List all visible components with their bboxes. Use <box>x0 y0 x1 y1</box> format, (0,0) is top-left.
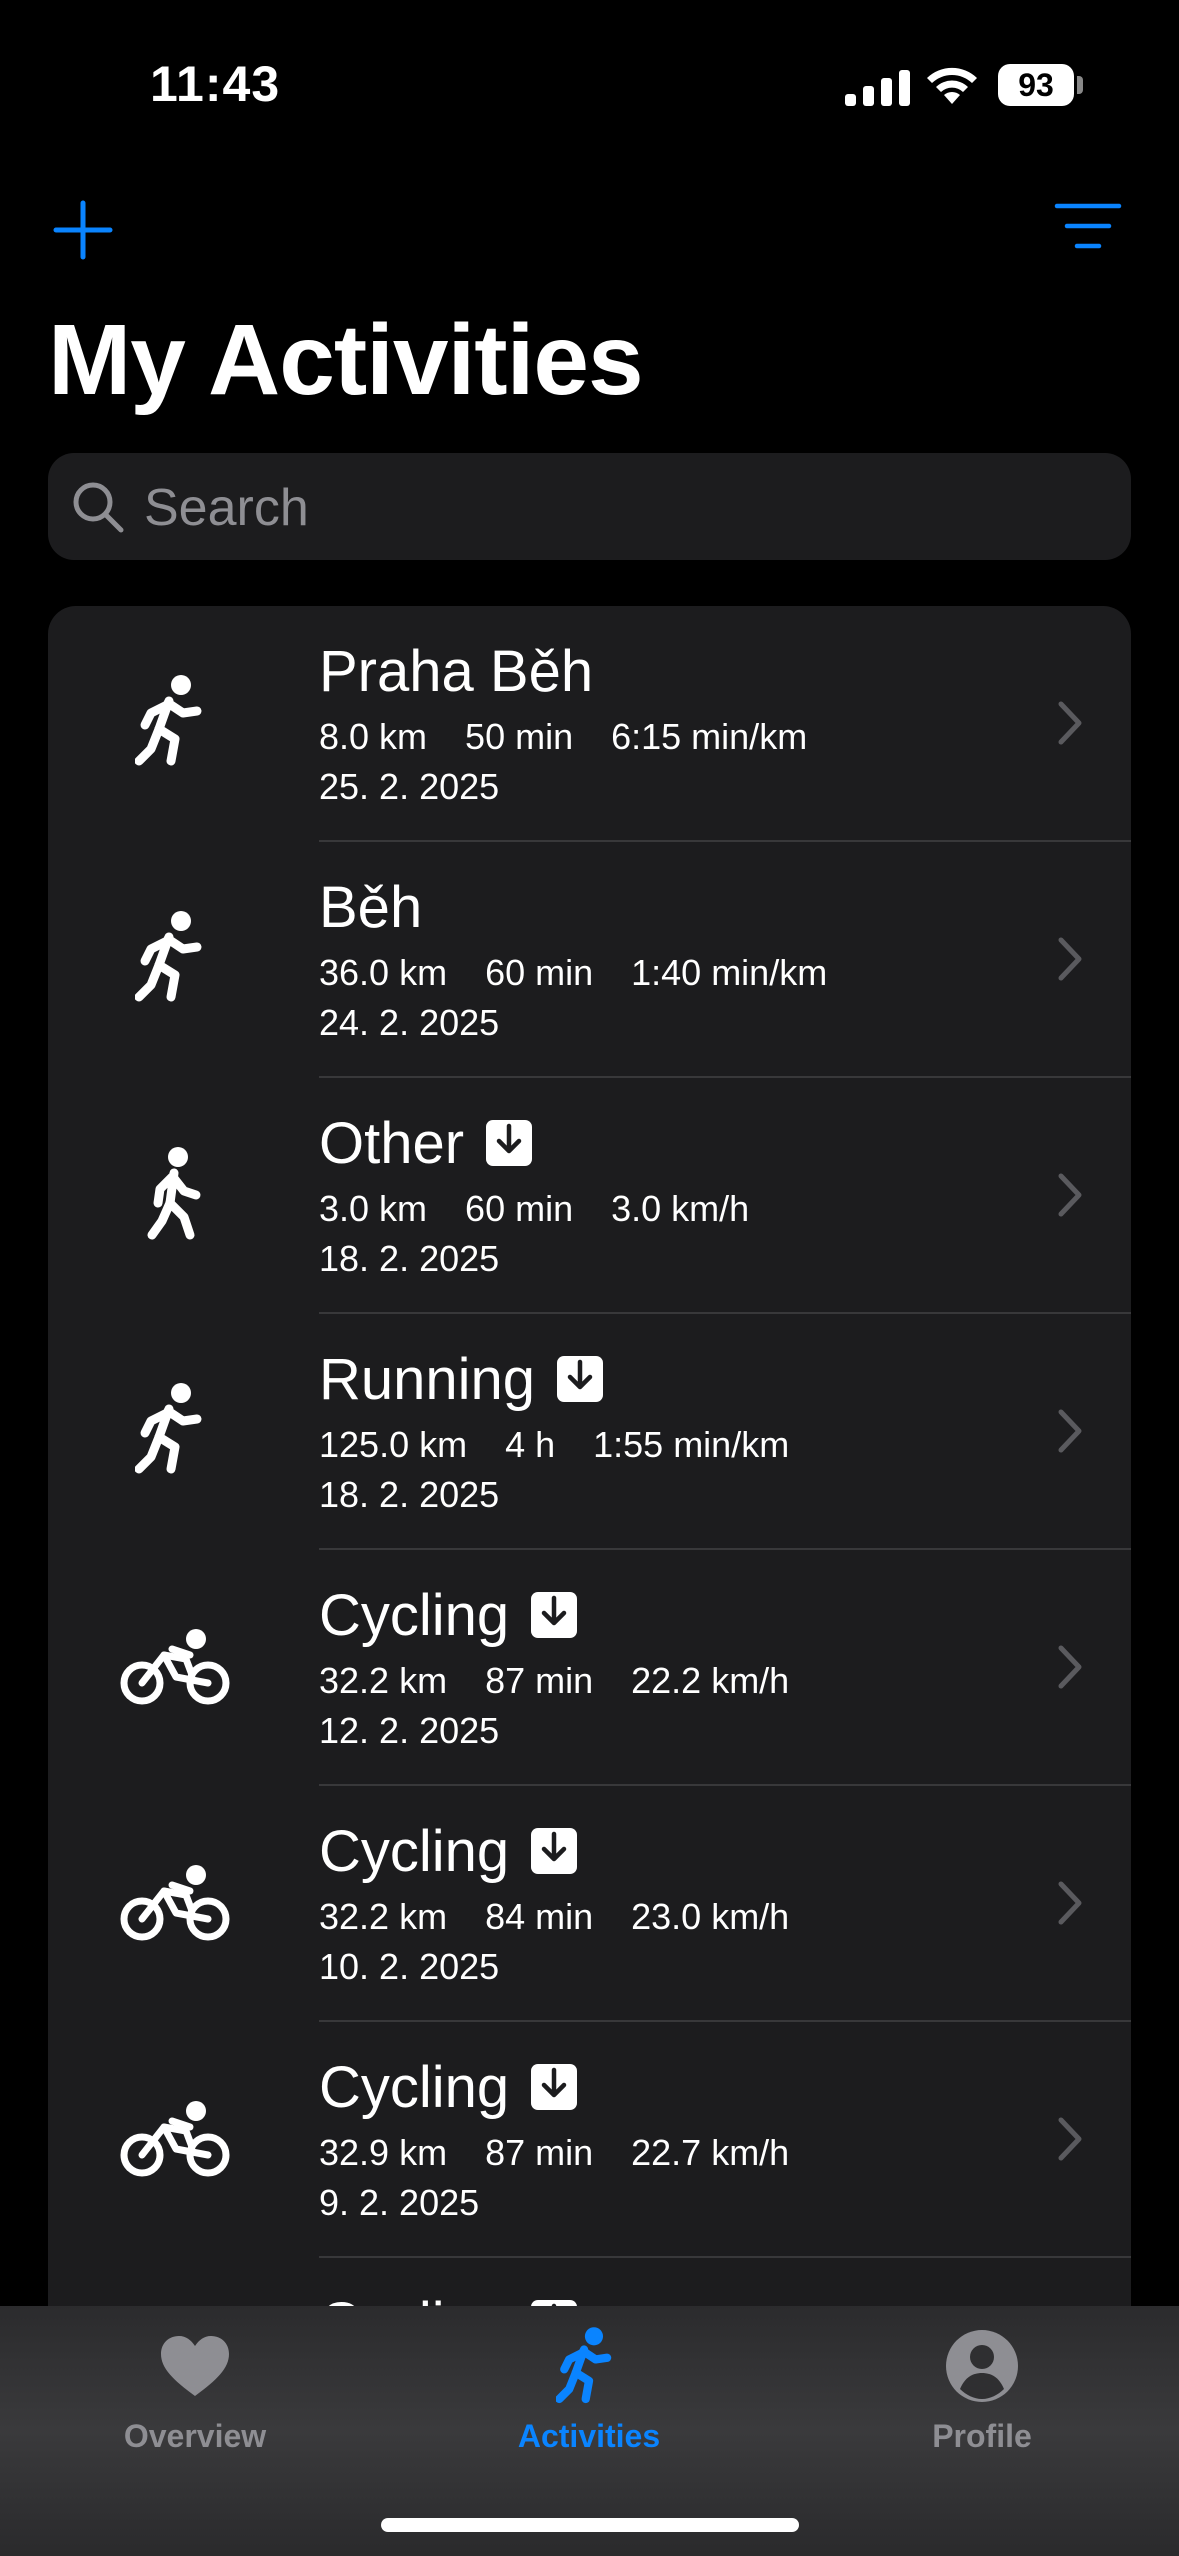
chevron-right-icon <box>1058 2117 1082 2161</box>
activity-title: Running <box>319 1346 536 1412</box>
activity-distance: 8.0 km <box>319 716 428 757</box>
activity-date: 9. 2. 2025 <box>319 2182 480 2223</box>
activity-duration: 87 min <box>485 1660 594 1701</box>
activity-title: Other <box>319 1110 465 1176</box>
activity-item[interactable]: Cycling 32.2 km 87 min 22.2 km/h 12. 2. 20… <box>48 1550 1131 1786</box>
activity-pace: 3.0 km/h <box>611 1188 750 1229</box>
running-icon <box>549 2326 629 2406</box>
search-bar[interactable] <box>48 453 1131 562</box>
tab-label: Activities <box>517 2418 661 2454</box>
activity-pace: 22.2 km/h <box>631 1660 790 1701</box>
activity-duration: 50 min <box>465 716 574 757</box>
activity-date: 12. 2. 2025 <box>319 1710 500 1751</box>
activity-duration: 87 min <box>485 2132 594 2173</box>
activity-stats: 32.2 km 84 min 23.0 km/h <box>319 1896 827 1938</box>
cycling-icon <box>110 1610 240 1720</box>
activity-pace: 1:40 min/km <box>631 952 828 993</box>
search-input[interactable] <box>142 453 1106 562</box>
walking-icon <box>110 1138 240 1248</box>
activity-distance: 32.9 km <box>319 2132 448 2173</box>
activity-distance: 125.0 km <box>319 1424 468 1465</box>
activity-item[interactable]: Běh 36.0 km 60 min 1:40 min/km 24. 2. 2025 <box>48 842 1131 1078</box>
battery-indicator: 93 <box>998 64 1074 106</box>
activity-stats: 32.9 km 87 min 22.7 km/h <box>319 2132 827 2174</box>
tab-label: Profile <box>932 2418 1032 2454</box>
activity-date: 18. 2. 2025 <box>319 1238 500 1279</box>
activity-date: 10. 2. 2025 <box>319 1946 500 1987</box>
search-icon <box>73 482 124 533</box>
activity-title: Cycling <box>319 2054 510 2120</box>
activity-duration: 60 min <box>485 952 594 993</box>
activity-title: Cycling <box>319 1818 510 1884</box>
activity-stats: 125.0 km 4 h 1:55 min/km <box>319 1424 827 1466</box>
activity-distance: 3.0 km <box>319 1188 428 1229</box>
download-icon <box>531 1592 578 1638</box>
activity-pace: 1:55 min/km <box>593 1424 790 1465</box>
add-activity-button[interactable] <box>48 195 118 265</box>
activity-date: 24. 2. 2025 <box>319 1002 500 1043</box>
running-icon <box>110 666 240 776</box>
plus-icon <box>53 200 113 260</box>
tab-profile[interactable]: Profile <box>852 2306 1112 2486</box>
activity-stats: 36.0 km 60 min 1:40 min/km <box>319 952 865 994</box>
activity-item[interactable]: Cycling 32.9 km 87 min 22.7 km/h 9. 2. 202… <box>48 2022 1131 2258</box>
person-circle-icon <box>942 2326 1022 2406</box>
activity-title: Praha Běh <box>319 638 594 704</box>
activity-duration: 84 min <box>485 1896 594 1937</box>
tab-label: Overview <box>123 2418 267 2454</box>
tab-overview[interactable]: Overview <box>65 2306 325 2486</box>
activities-list: Praha Běh 8.0 km 50 min 6:15 min/km 25. 2.… <box>48 606 1131 2366</box>
chevron-right-icon <box>1058 1409 1082 1453</box>
download-icon <box>486 1120 533 1166</box>
activity-stats: 8.0 km 50 min 6:15 min/km <box>319 716 845 758</box>
activity-pace: 6:15 min/km <box>611 716 808 757</box>
wifi-icon <box>927 67 977 104</box>
activity-item[interactable]: Running 125.0 km 4 h 1:55 min/km 18. 2. 20… <box>48 1314 1131 1550</box>
heart-icon <box>155 2326 235 2406</box>
activity-duration: 60 min <box>465 1188 574 1229</box>
chevron-right-icon <box>1058 701 1082 745</box>
activity-distance: 36.0 km <box>319 952 448 993</box>
activity-item[interactable]: Other 3.0 km 60 min 3.0 km/h 18. 2. 2025 <box>48 1078 1131 1314</box>
download-icon <box>557 1356 604 1402</box>
home-indicator[interactable] <box>381 2518 799 2532</box>
activity-pace: 22.7 km/h <box>631 2132 790 2173</box>
chevron-right-icon <box>1058 1881 1082 1925</box>
download-icon <box>531 1828 578 1874</box>
activity-stats: 3.0 km 60 min 3.0 km/h <box>319 1188 787 1230</box>
activity-title: Běh <box>319 874 423 940</box>
download-icon <box>531 2064 578 2110</box>
activity-item[interactable]: Cycling 32.2 km 84 min 23.0 km/h 10. 2. 20… <box>48 1786 1131 2022</box>
cycling-icon <box>110 2082 240 2192</box>
activity-distance: 32.2 km <box>319 1896 448 1937</box>
chevron-right-icon <box>1058 1645 1082 1689</box>
cycling-icon <box>110 1846 240 1956</box>
activity-duration: 4 h <box>505 1424 556 1465</box>
chevron-right-icon <box>1058 937 1082 981</box>
activity-pace: 23.0 km/h <box>631 1896 790 1937</box>
battery-tip <box>1077 76 1083 94</box>
chevron-right-icon <box>1058 1173 1082 1217</box>
tab-activities[interactable]: Activities <box>459 2306 719 2486</box>
activity-date: 18. 2. 2025 <box>319 1474 500 1515</box>
status-bar: 11:43 93 <box>0 0 1179 150</box>
running-icon <box>110 902 240 1012</box>
activity-title: Cycling <box>319 1582 510 1648</box>
activity-item[interactable]: Praha Běh 8.0 km 50 min 6:15 min/km 25. 2.… <box>48 606 1131 842</box>
activity-distance: 32.2 km <box>319 1660 448 1701</box>
filter-lines-icon <box>1054 203 1122 249</box>
filter-button[interactable] <box>1053 200 1123 252</box>
activity-stats: 32.2 km 87 min 22.2 km/h <box>319 1660 827 1702</box>
page-title: My Activities <box>48 304 644 416</box>
status-time: 11:43 <box>150 56 281 112</box>
activity-date: 25. 2. 2025 <box>319 766 500 807</box>
running-icon <box>110 1374 240 1484</box>
cellular-signal-icon <box>845 68 910 106</box>
